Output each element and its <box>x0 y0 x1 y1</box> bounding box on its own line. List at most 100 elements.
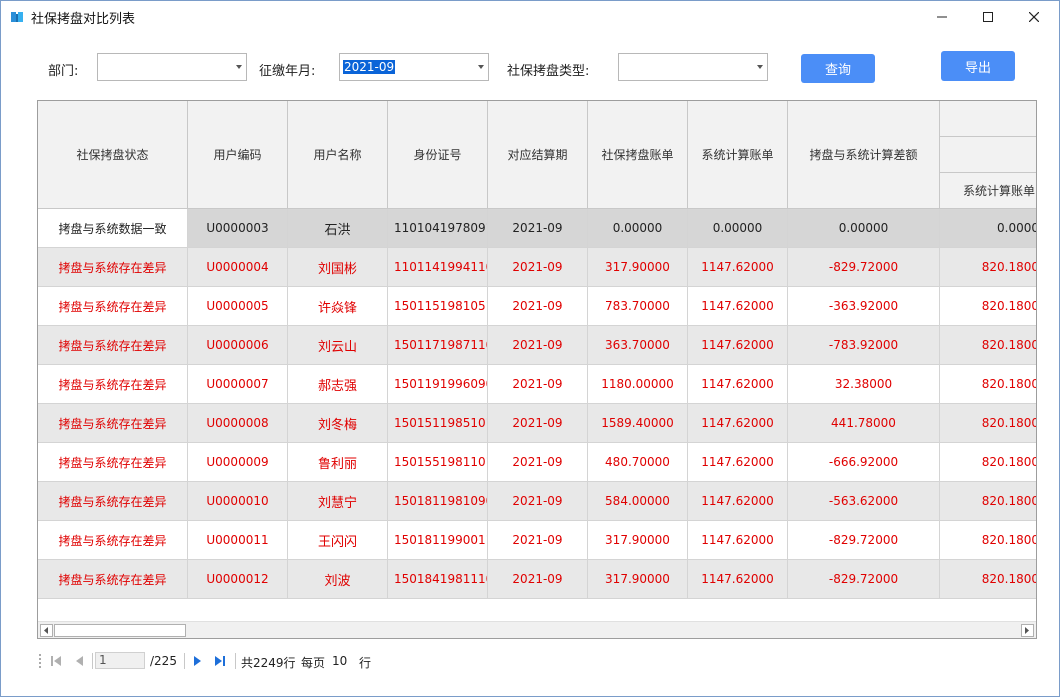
column-header[interactable]: 社保拷盘账单 <box>588 101 688 209</box>
name-cell[interactable]: 郝志强 <box>288 365 388 404</box>
extra-cell[interactable]: 820.1800 <box>940 404 1036 443</box>
status-cell[interactable]: 拷盘与系统存在差异 <box>38 287 188 326</box>
extra-cell[interactable]: 820.1800 <box>940 443 1036 482</box>
name-cell[interactable]: 石洪 <box>288 209 388 248</box>
column-header[interactable]: 用户名称 <box>288 101 388 209</box>
minimize-button[interactable] <box>919 1 965 32</box>
extra-cell[interactable]: 820.1800 <box>940 365 1036 404</box>
export-button[interactable]: 导出 <box>941 51 1015 81</box>
system-bill-cell[interactable]: 1147.62000 <box>688 443 788 482</box>
bill-cell[interactable]: 0.00000 <box>588 209 688 248</box>
difference-cell[interactable]: -829.72000 <box>788 248 940 287</box>
column-header[interactable]: 系统计算账单 <box>688 101 788 209</box>
column-header[interactable]: 身份证号 <box>388 101 488 209</box>
column-header[interactable]: 系统计算账单 <box>940 173 1036 209</box>
system-bill-cell[interactable]: 1147.62000 <box>688 248 788 287</box>
code-cell[interactable]: U0000012 <box>188 560 288 599</box>
table-row[interactable]: 拷盘与系统存在差异U0000007郝志强1501191996090...2021… <box>38 365 1036 404</box>
dropdown-arrow-icon[interactable] <box>478 65 484 69</box>
table-row[interactable]: 拷盘与系统存在差异U0000005许焱锋1501151981051...2021… <box>38 287 1036 326</box>
code-cell[interactable]: U0000006 <box>188 326 288 365</box>
column-header[interactable]: 对应结算期 <box>488 101 588 209</box>
difference-cell[interactable]: -829.72000 <box>788 521 940 560</box>
status-cell[interactable]: 拷盘与系统存在差异 <box>38 443 188 482</box>
extra-cell[interactable]: 820.1800 <box>940 482 1036 521</box>
dept-select[interactable] <box>97 53 247 81</box>
name-cell[interactable]: 鲁利丽 <box>288 443 388 482</box>
period-cell[interactable]: 2021-09 <box>488 443 588 482</box>
query-button[interactable]: 查询 <box>801 54 875 83</box>
difference-cell[interactable]: 32.38000 <box>788 365 940 404</box>
scroll-right-button[interactable] <box>1021 624 1034 637</box>
period-cell[interactable]: 2021-09 <box>488 287 588 326</box>
code-cell[interactable]: U0000009 <box>188 443 288 482</box>
dropdown-arrow-icon[interactable] <box>236 65 242 69</box>
name-cell[interactable]: 刘国彬 <box>288 248 388 287</box>
id-number-cell[interactable]: 1501191996090... <box>388 365 488 404</box>
id-number-cell[interactable]: 1501811981090... <box>388 482 488 521</box>
status-cell[interactable]: 拷盘与系统存在差异 <box>38 326 188 365</box>
table-row[interactable]: 拷盘与系统存在差异U0000004刘国彬1101141994110...2021… <box>38 248 1036 287</box>
name-cell[interactable]: 刘冬梅 <box>288 404 388 443</box>
bill-cell[interactable]: 317.90000 <box>588 521 688 560</box>
id-number-cell[interactable]: 1101141994110... <box>388 248 488 287</box>
period-cell[interactable]: 2021-09 <box>488 482 588 521</box>
code-cell[interactable]: U0000010 <box>188 482 288 521</box>
last-page-button[interactable] <box>213 653 227 669</box>
system-bill-cell[interactable]: 1147.62000 <box>688 521 788 560</box>
id-number-cell[interactable]: 1501151981051... <box>388 287 488 326</box>
name-cell[interactable]: 刘云山 <box>288 326 388 365</box>
code-cell[interactable]: U0000007 <box>188 365 288 404</box>
table-row[interactable]: 拷盘与系统存在差异U0000008刘冬梅1501511985101...2021… <box>38 404 1036 443</box>
name-cell[interactable]: 刘波 <box>288 560 388 599</box>
type-select[interactable] <box>618 53 768 81</box>
table-row[interactable]: 拷盘与系统存在差异U0000012刘波1501841981110...2021-… <box>38 560 1036 599</box>
system-bill-cell[interactable]: 1147.62000 <box>688 482 788 521</box>
scrollbar-thumb[interactable] <box>54 624 186 637</box>
id-number-cell[interactable]: 1501551981101... <box>388 443 488 482</box>
status-cell[interactable]: 拷盘与系统数据一致 <box>38 209 188 248</box>
status-cell[interactable]: 拷盘与系统存在差异 <box>38 521 188 560</box>
table-row[interactable]: 拷盘与系统存在差异U0000010刘慧宁1501811981090...2021… <box>38 482 1036 521</box>
difference-cell[interactable]: -563.62000 <box>788 482 940 521</box>
bill-cell[interactable]: 1180.00000 <box>588 365 688 404</box>
status-cell[interactable]: 拷盘与系统存在差异 <box>38 482 188 521</box>
name-cell[interactable]: 王闪闪 <box>288 521 388 560</box>
table-row[interactable]: 拷盘与系统存在差异U0000006刘云山1501171987110...2021… <box>38 326 1036 365</box>
scroll-left-button[interactable] <box>40 624 53 637</box>
id-number-cell[interactable]: 1501811990011... <box>388 521 488 560</box>
dropdown-arrow-icon[interactable] <box>757 65 763 69</box>
name-cell[interactable]: 刘慧宁 <box>288 482 388 521</box>
system-bill-cell[interactable]: 0.00000 <box>688 209 788 248</box>
code-cell[interactable]: U0000004 <box>188 248 288 287</box>
bill-cell[interactable]: 584.00000 <box>588 482 688 521</box>
first-page-button[interactable] <box>49 653 63 669</box>
bill-cell[interactable]: 783.70000 <box>588 287 688 326</box>
difference-cell[interactable]: -363.92000 <box>788 287 940 326</box>
period-cell[interactable]: 2021-09 <box>488 521 588 560</box>
code-cell[interactable]: U0000008 <box>188 404 288 443</box>
system-bill-cell[interactable]: 1147.62000 <box>688 404 788 443</box>
difference-cell[interactable]: -783.92000 <box>788 326 940 365</box>
status-cell[interactable]: 拷盘与系统存在差异 <box>38 560 188 599</box>
column-header[interactable]: 拷盘与系统计算差额 <box>788 101 940 209</box>
code-cell[interactable]: U0000005 <box>188 287 288 326</box>
system-bill-cell[interactable]: 1147.62000 <box>688 560 788 599</box>
period-cell[interactable]: 2021-09 <box>488 365 588 404</box>
period-cell[interactable]: 2021-09 <box>488 560 588 599</box>
per-page-value[interactable]: 10 <box>332 654 347 668</box>
month-select[interactable]: 2021-09 <box>339 53 489 81</box>
close-button[interactable] <box>1011 1 1057 32</box>
system-bill-cell[interactable]: 1147.62000 <box>688 287 788 326</box>
code-cell[interactable]: U0000003 <box>188 209 288 248</box>
period-cell[interactable]: 2021-09 <box>488 248 588 287</box>
maximize-button[interactable] <box>965 1 1011 32</box>
extra-cell[interactable]: 820.1800 <box>940 521 1036 560</box>
status-cell[interactable]: 拷盘与系统存在差异 <box>38 365 188 404</box>
extra-cell[interactable]: 820.1800 <box>940 560 1036 599</box>
status-cell[interactable]: 拷盘与系统存在差异 <box>38 248 188 287</box>
column-header[interactable]: 用户编码 <box>188 101 288 209</box>
table-row[interactable]: 拷盘与系统存在差异U0000011王闪闪1501811990011...2021… <box>38 521 1036 560</box>
extra-cell[interactable]: 820.1800 <box>940 326 1036 365</box>
id-number-cell[interactable]: 1101041978091... <box>388 209 488 248</box>
